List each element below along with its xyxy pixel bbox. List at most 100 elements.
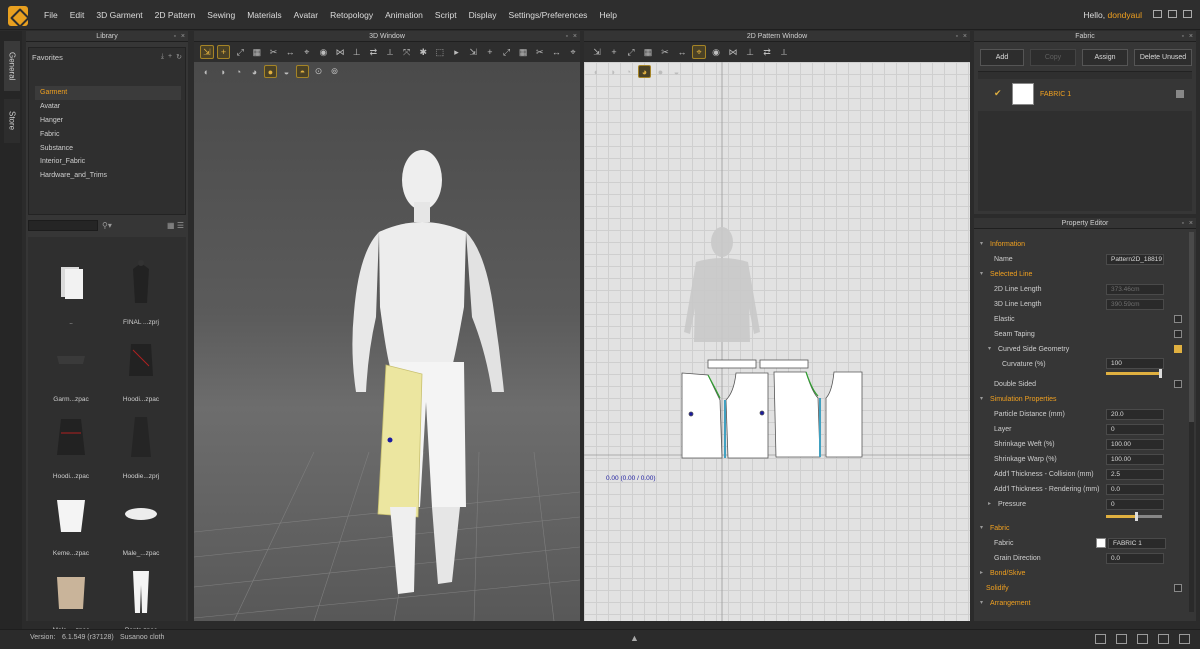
tool-polygon-icon[interactable]: ✂ [658, 45, 672, 59]
tool-line-icon[interactable]: ◉ [709, 45, 723, 59]
tool-sew-icon[interactable]: ⇲ [466, 45, 480, 59]
property-value-field[interactable]: 0.0 [1106, 484, 1164, 495]
layout-single-icon[interactable] [1095, 634, 1106, 644]
property-value-field[interactable]: 2.5 [1106, 469, 1164, 480]
slider-knob[interactable] [1135, 512, 1138, 521]
pressure-slider[interactable] [1106, 515, 1136, 518]
section-toggle-icon[interactable]: ▾ [988, 342, 991, 357]
property-row-thick-coll-label[interactable]: Add'l Thickness - Collision (mm) 2.5 [974, 467, 1196, 482]
library-item[interactable]: Hoodi...zpac [36, 413, 106, 491]
section-toggle-icon[interactable]: ▾ [980, 596, 983, 611]
refresh-icon[interactable]: ↻ [176, 53, 182, 61]
property-value-field[interactable]: 100.00 [1106, 439, 1164, 450]
tool-pin-icon[interactable]: + [483, 45, 497, 59]
favorite-item-substance[interactable]: Substance [35, 142, 181, 156]
section-title[interactable]: Solidify [986, 581, 1009, 596]
search-input[interactable] [28, 220, 98, 231]
add-icon[interactable]: + [168, 53, 172, 61]
section-title[interactable]: Information [990, 237, 1025, 252]
curvature-field[interactable]: 100 [1106, 358, 1164, 369]
layout-3d-icon[interactable] [1137, 634, 1148, 644]
tool-draw-icon[interactable]: ✂ [533, 45, 547, 59]
property-row-thick-rend-label[interactable]: Add'l Thickness - Rendering (mm) 0.0 [974, 482, 1196, 497]
tool-cut-icon[interactable]: ↔ [550, 45, 564, 59]
delete-unused-button[interactable]: Delete Unused [1134, 49, 1192, 66]
display-option-icon[interactable]: ◒ [280, 65, 293, 78]
tool-tack-icon[interactable]: ◉ [317, 45, 331, 59]
viewport-3d[interactable]: ◐ ◑ ◔ ◕ ● ◒ ◓ ⊙ ⊚ [193, 62, 581, 622]
download-icon[interactable]: ⤓ [161, 53, 164, 61]
library-item[interactable]: FINAL ...zprj [106, 259, 176, 337]
property-row-len3d-label[interactable]: 3D Line Length 390.59cm [974, 297, 1196, 312]
section-toggle-icon[interactable]: ▾ [980, 237, 983, 252]
property-row-layer-label[interactable]: Layer 0 [974, 422, 1196, 437]
tool-draw-icon[interactable]: ⋈ [333, 45, 347, 59]
tool-fold-icon[interactable]: ▦ [250, 45, 264, 59]
tool-fold-icon[interactable]: ⊥ [743, 45, 757, 59]
property-value-field[interactable]: 0 [1106, 424, 1164, 435]
search-icon[interactable]: ⚲▾ [102, 221, 112, 230]
library-item[interactable]: Hoodi...zpac [106, 336, 176, 414]
tool-shirt-icon[interactable]: ⟂ [777, 45, 791, 59]
menu-item-edit[interactable]: Edit [64, 0, 91, 30]
tool-curve-icon[interactable]: ↔ [675, 45, 689, 59]
property-row-name-label[interactable]: Name Pattern2D_18819 [974, 252, 1196, 267]
viewport-2d[interactable]: ◐ ◑ ◔ ◕ ● ◒ 0.00 (0.00 / 0.00) [584, 62, 970, 621]
tool-select-icon[interactable]: ⤧ [400, 45, 414, 59]
tool-sew-icon[interactable]: ✂ [267, 45, 281, 59]
menu-item-script[interactable]: Script [429, 0, 463, 30]
float-icon[interactable]: ▫ [1182, 218, 1184, 229]
library-item[interactable]: Hoodie...zprj [106, 413, 176, 491]
close-panel-icon[interactable]: × [963, 31, 967, 42]
tool-cut-icon[interactable]: ⊥ [350, 45, 364, 59]
tool-fold-icon[interactable]: ▸ [450, 45, 464, 59]
menu-item-display[interactable]: Display [463, 0, 503, 30]
menu-item-sewing[interactable]: Sewing [201, 0, 241, 30]
tool-move-icon[interactable]: ⤢ [233, 45, 247, 59]
tool-select-icon[interactable]: ⇲ [200, 45, 214, 59]
tool-segment-icon[interactable]: ⤢ [624, 45, 638, 59]
display-option-icon[interactable]: ◔ [232, 65, 245, 78]
close-panel-icon[interactable]: × [1189, 31, 1193, 42]
copy-fabric-button[interactable]: Copy [1030, 49, 1076, 66]
favorite-item-interior-fabric[interactable]: Interior_Fabric [35, 155, 181, 169]
favorite-item-hardware-and-trims[interactable]: Hardware_and_Trims [35, 169, 181, 183]
display-option-icon[interactable]: ◓ [296, 65, 309, 78]
property-row-seam-taping[interactable]: Seam Taping [974, 327, 1196, 342]
property-row-double-sided[interactable]: Double Sided [974, 377, 1196, 392]
property-checkbox[interactable] [1174, 315, 1182, 323]
property-value-field[interactable]: 0.0 [1106, 553, 1164, 564]
tool-move-icon[interactable]: ⬚ [433, 45, 447, 59]
display-option-icon[interactable]: ⊙ [312, 65, 325, 78]
solidify-checkbox[interactable] [1174, 584, 1182, 592]
tool-align-icon[interactable]: ⟂ [383, 45, 397, 59]
property-row-weft-label[interactable]: Shrinkage Weft (%) 100.00 [974, 437, 1196, 452]
tool-transform-icon[interactable]: + [607, 45, 621, 59]
restore-icon[interactable] [1168, 10, 1177, 18]
close-icon[interactable] [1183, 10, 1192, 18]
tool-rectangle-icon[interactable]: ▦ [641, 45, 655, 59]
property-value-field[interactable]: 100.00 [1106, 454, 1164, 465]
property-value-field[interactable]: 373.46cm [1106, 284, 1164, 295]
display-option-icon[interactable]: ◕ [248, 65, 261, 78]
layout-split-icon[interactable] [1116, 634, 1127, 644]
property-row-grain-label[interactable]: Grain Direction 0.0 [974, 551, 1196, 566]
minimize-icon[interactable] [1153, 10, 1162, 18]
display-option-icon[interactable]: ● [264, 65, 277, 78]
section-toggle-icon[interactable]: ▸ [988, 497, 991, 512]
assign-fabric-button[interactable]: Assign [1082, 49, 1128, 66]
menu-item-2d-pattern[interactable]: 2D Pattern [149, 0, 202, 30]
property-checkbox[interactable] [1174, 330, 1182, 338]
fabric-edit-icon[interactable] [1176, 90, 1184, 98]
favorite-item-hanger[interactable]: Hanger [35, 114, 181, 128]
property-row-warp-label[interactable]: Shrinkage Warp (%) 100.00 [974, 452, 1196, 467]
property-checkbox[interactable] [1174, 380, 1182, 388]
library-item[interactable]: Keme...zpac [36, 490, 106, 568]
pressure-field[interactable]: 0 [1106, 499, 1164, 510]
property-row-curved[interactable]: Curved Side Geometry ▾ [974, 342, 1196, 357]
tool-edit-icon[interactable]: ⇲ [590, 45, 604, 59]
property-row-elastic[interactable]: Elastic [974, 312, 1196, 327]
username[interactable]: dondyaul [1107, 10, 1142, 20]
tool-sharpen-icon[interactable]: ⋈ [726, 45, 740, 59]
section-toggle-icon[interactable]: ▾ [980, 521, 983, 536]
